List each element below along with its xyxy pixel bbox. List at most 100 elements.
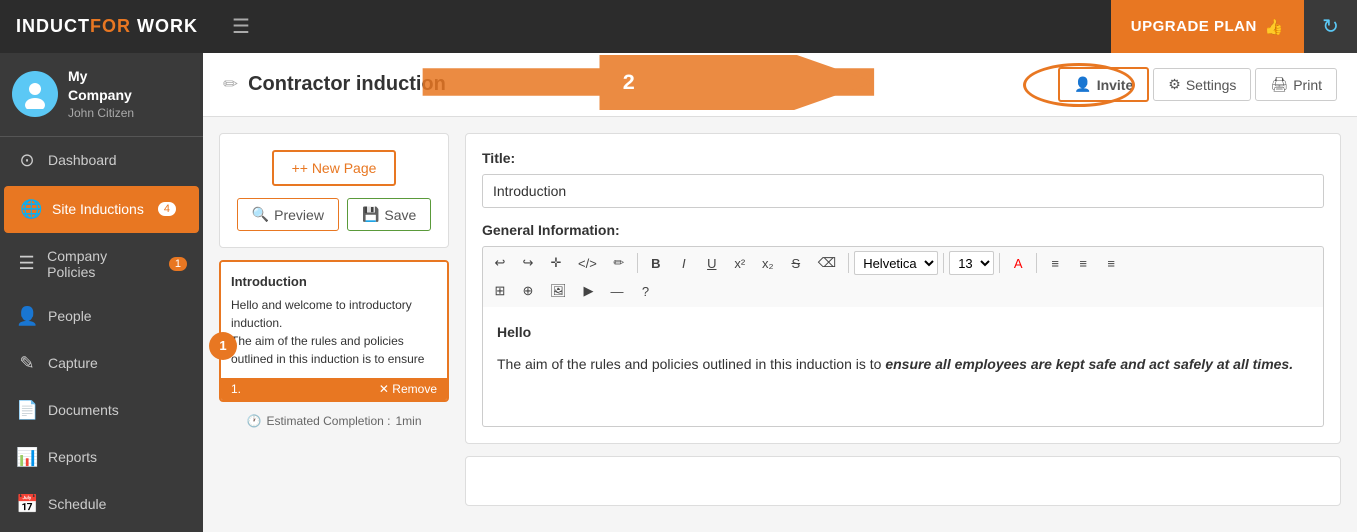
globe-icon: 🌐 [20,199,42,220]
btn-row: 🔍 Preview 💾 Save [236,198,432,231]
ordered-list-button[interactable]: ≡ [1070,251,1096,275]
edit-icon: ✏ [223,74,238,95]
print-icon: 🖨 [1270,76,1288,93]
page-body: + + New Page 🔍 Preview 💾 Save [203,117,1357,532]
video-button[interactable]: ▶ [576,279,602,303]
page-item-number: 1. [231,382,241,396]
code-button[interactable]: </> [571,251,604,275]
settings-button[interactable]: ⚙ Settings [1153,68,1251,101]
people-icon: 👤 [16,306,38,327]
arrow-annotation: 2 [403,55,933,110]
logo: INDUCTFOR WORK [0,0,214,53]
top-bar-right: UPGRADE PLAN 👍 ↻ [1111,0,1357,53]
thumb-up-icon: 👍 [1265,18,1284,36]
italic-button[interactable]: I [671,251,697,275]
link-button[interactable]: ⊕ [515,279,541,303]
table-button[interactable]: ⊞ [487,279,513,303]
divider5 [1036,253,1037,273]
preview-button[interactable]: 🔍 Preview [237,198,339,231]
redo-button[interactable]: ↪ [515,251,541,275]
sidebar-item-people[interactable]: 👤 People [0,293,203,340]
editor-card: Title: General Information: ↩ ↪ ✛ </> ✏ [465,133,1341,444]
estimated-completion: 🕐 Estimated Completion : 1min [219,414,449,428]
general-info-label: General Information: [482,222,1324,238]
content-area: ✏ Contractor induction 2 👤 Invite [203,53,1357,532]
sidebar-item-label: Documents [48,402,119,418]
font-size-select[interactable]: 13 [949,251,994,275]
rich-text-toolbar: ↩ ↪ ✛ </> ✏ B I U x² x₂ S ⌫ [482,246,1324,307]
image-button[interactable]: 🖼 [543,279,574,303]
superscript-button[interactable]: x² [727,251,753,275]
help-icon-button[interactable]: ↻ [1304,0,1357,53]
editor-body: The aim of the rules and policies outlin… [497,353,1309,377]
save-button[interactable]: 💾 Save [347,198,431,231]
sidebar-item-capture[interactable]: ✎ Capture [0,340,203,387]
sidebar-profile: MyCompany John Citizen [0,53,203,137]
print-button[interactable]: 🖨 Print [1255,68,1337,101]
page-item-text2: The aim of the rules and policies outlin… [231,334,424,366]
add-button[interactable]: ✛ [543,251,569,275]
sidebar-item-schedule[interactable]: 📅 Schedule [0,481,203,528]
help-button[interactable]: ? [633,279,659,303]
page-item-content: Introduction Hello and welcome to introd… [221,262,447,378]
top-bar: INDUCTFOR WORK ☰ UPGRADE PLAN 👍 ↻ [0,0,1357,53]
settings-icon: ⚙ [1168,76,1181,93]
undo-button[interactable]: ↩ [487,251,513,275]
invite-button[interactable]: 👤 Invite [1058,67,1149,102]
title-label: Title: [482,150,1324,166]
clear-format-button[interactable]: ⌫ [811,251,843,275]
sidebar-item-reports[interactable]: 📊 Reports [0,434,203,481]
hamburger-menu[interactable]: ☰ [214,0,268,53]
editor-panel: Title: General Information: ↩ ↪ ✛ </> ✏ [465,133,1341,516]
page-item-title: Introduction [231,272,437,292]
plus-icon: + [292,160,300,176]
sidebar-item-label: Schedule [48,496,106,512]
sidebar-item-site-inductions[interactable]: 🌐 Site Inductions 4 [4,186,199,233]
second-editor-card [465,456,1341,506]
sidebar-item-company-policies[interactable]: ☰ Company Policies 1 [0,235,203,293]
sidebar-item-label: Capture [48,355,98,371]
subscript-button[interactable]: x₂ [755,251,781,275]
underline-button[interactable]: U [699,251,725,275]
sidebar-item-label: People [48,308,92,324]
edit-button[interactable]: ✏ [606,251,632,275]
documents-icon: 📄 [16,400,38,421]
sidebar-item-label: Reports [48,449,97,465]
divider3 [943,253,944,273]
page-item-text1: Hello and welcome to introductory induct… [231,298,412,330]
save-icon: 💾 [362,206,379,223]
unordered-list-button[interactable]: ≡ [1042,251,1068,275]
profile-text: MyCompany John Citizen [68,67,134,122]
logo-for: FOR [90,16,131,36]
sidebar-item-documents[interactable]: 📄 Documents [0,387,203,434]
font-color-button[interactable]: A [1005,251,1031,275]
editor-area[interactable]: Hello The aim of the rules and policies … [482,307,1324,427]
content-header-left: ✏ Contractor induction [223,73,446,96]
sidebar-nav: ⊙ Dashboard 🌐 Site Inductions 4 ☰ Compan… [0,137,203,532]
company-name: MyCompany [68,68,132,103]
dashboard-icon: ⊙ [16,150,38,171]
svg-text:2: 2 [623,69,635,94]
eye-icon: 🔍 [252,206,269,223]
align-button[interactable]: ≡ [1098,251,1124,275]
font-family-select[interactable]: Helvetica [854,251,938,275]
hr-button[interactable]: — [604,279,631,303]
remove-label[interactable]: ✕ Remove [379,382,437,396]
capture-icon: ✎ [16,353,38,374]
strikethrough-button[interactable]: S [783,251,809,275]
sidebar-item-dashboard[interactable]: ⊙ Dashboard [0,137,203,184]
new-page-button[interactable]: + + New Page [272,150,397,186]
invite-person-icon: 👤 [1074,76,1091,93]
divider1 [637,253,638,273]
upgrade-plan-button[interactable]: UPGRADE PLAN 👍 [1111,0,1304,53]
clock-icon: 🕐 [246,414,261,428]
title-input[interactable] [482,174,1324,208]
logo-work: WORK [137,16,198,36]
page-item[interactable]: Introduction Hello and welcome to introd… [219,260,449,402]
site-inductions-badge: 4 [158,202,176,216]
main-layout: MyCompany John Citizen ⊙ Dashboard 🌐 Sit… [0,53,1357,532]
bold-button[interactable]: B [643,251,669,275]
step1-badge: 1 [209,332,237,360]
sidebar-item-label: Dashboard [48,152,117,168]
editor-hello: Hello [497,321,1309,345]
